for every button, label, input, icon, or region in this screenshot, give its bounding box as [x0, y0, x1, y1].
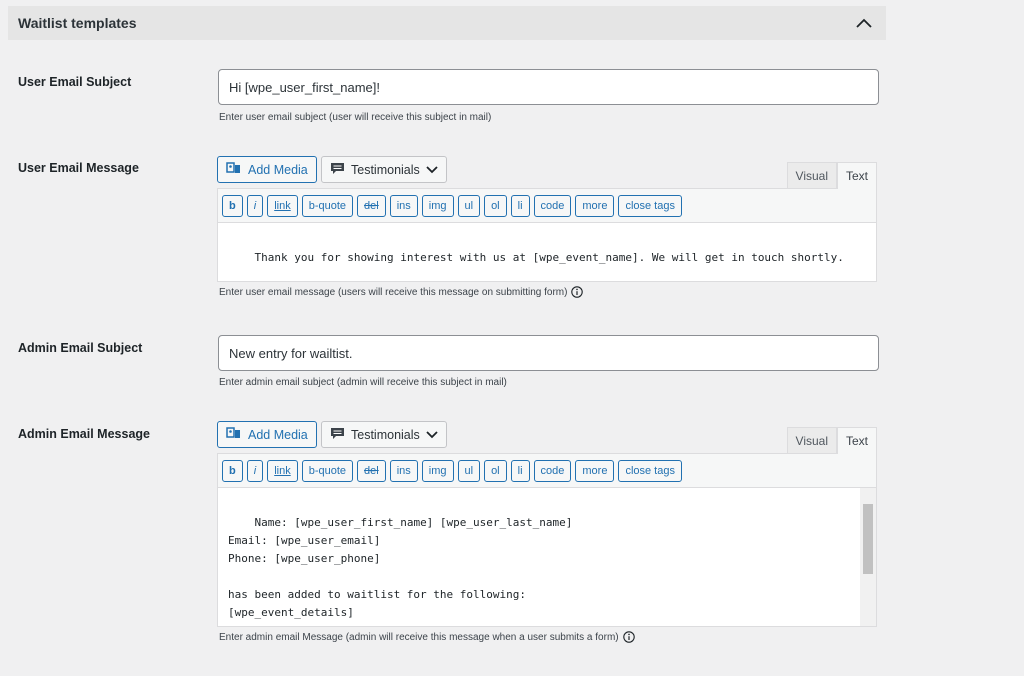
- qt-bquote-button[interactable]: b-quote: [301, 194, 354, 217]
- qt-more-button[interactable]: more: [575, 194, 615, 217]
- user-subject-label: User Email Subject: [18, 75, 132, 89]
- qt-ol-button[interactable]: ol: [484, 459, 507, 482]
- user-subject-help: Enter user email subject (user will rece…: [219, 112, 491, 123]
- panel-title: Waitlist templates: [18, 15, 137, 31]
- tab-visual[interactable]: Visual: [786, 427, 837, 453]
- scroll-down-icon[interactable]: [864, 604, 872, 612]
- add-media-button[interactable]: Add Media: [217, 156, 317, 183]
- admin-subject-input[interactable]: [218, 335, 879, 371]
- quicktags-toolbar: b i link b-quote del ins img ul ol li co…: [217, 453, 877, 487]
- qt-close-tags-button[interactable]: close tags: [618, 194, 682, 217]
- qt-ol-button[interactable]: ol: [484, 194, 507, 217]
- qt-link-button[interactable]: link: [267, 459, 298, 482]
- add-media-label: Add Media: [248, 162, 308, 177]
- user-subject-help-text: Enter user email subject (user will rece…: [219, 112, 492, 123]
- admin-subject-help-text: Enter admin email subject (admin will re…: [219, 377, 507, 388]
- admin-subject-help: Enter admin email subject (admin will re…: [219, 377, 507, 388]
- editor-toolbar-top: Add Media Testimonials Visual Text: [217, 156, 877, 189]
- user-message-textarea[interactable]: Thank you for showing interest with us a…: [217, 222, 877, 282]
- quicktags-toolbar: b i link b-quote del ins img ul ol li co…: [217, 188, 877, 222]
- admin-message-content: Name: [wpe_user_first_name] [wpe_user_la…: [228, 516, 573, 619]
- qt-bold-button[interactable]: b: [222, 194, 243, 217]
- admin-message-editor: Add Media Testimonials Visual Text b i l…: [217, 421, 877, 627]
- info-icon[interactable]: [571, 286, 584, 298]
- info-icon[interactable]: [622, 631, 635, 643]
- qt-ul-button[interactable]: ul: [457, 459, 481, 482]
- add-media-button[interactable]: Add Media: [217, 421, 317, 448]
- admin-message-help-text: Enter admin email Message (admin will re…: [219, 631, 619, 643]
- testimonials-label: Testimonials: [351, 427, 420, 442]
- qt-italic-button[interactable]: i: [246, 459, 264, 482]
- qt-img-button[interactable]: img: [421, 459, 454, 482]
- testimonials-dropdown[interactable]: Testimonials: [321, 421, 447, 448]
- add-media-label: Add Media: [248, 427, 308, 442]
- scroll-up-icon[interactable]: [864, 492, 872, 500]
- qt-li-button[interactable]: li: [510, 194, 530, 217]
- tab-text[interactable]: Text: [836, 162, 877, 189]
- qt-bold-button[interactable]: b: [222, 459, 243, 482]
- qt-li-button[interactable]: li: [510, 459, 530, 482]
- chevron-up-icon[interactable]: [852, 11, 876, 35]
- comment-icon: [330, 162, 345, 178]
- qt-close-tags-button[interactable]: close tags: [618, 459, 682, 482]
- qt-del-button[interactable]: del: [357, 459, 386, 482]
- chevron-down-icon: [426, 163, 438, 177]
- qt-more-button[interactable]: more: [575, 459, 615, 482]
- qt-italic-button[interactable]: i: [246, 194, 264, 217]
- admin-subject-label: Admin Email Subject: [18, 341, 143, 355]
- comment-icon: [330, 427, 345, 443]
- qt-code-button[interactable]: code: [533, 459, 572, 482]
- qt-bquote-button[interactable]: b-quote: [301, 459, 354, 482]
- resize-grip-icon[interactable]: [866, 616, 874, 624]
- admin-message-label: Admin Email Message: [18, 427, 150, 441]
- qt-ins-button[interactable]: ins: [389, 194, 418, 217]
- qt-img-button[interactable]: img: [421, 194, 454, 217]
- qt-code-button[interactable]: code: [533, 194, 572, 217]
- qt-del-button[interactable]: del: [357, 194, 386, 217]
- media-icon: [226, 161, 242, 178]
- user-message-help: Enter user email message (users will rec…: [219, 286, 584, 298]
- chevron-down-icon: [426, 428, 438, 442]
- user-subject-input[interactable]: [218, 69, 879, 105]
- admin-message-textarea[interactable]: Name: [wpe_user_first_name] [wpe_user_la…: [217, 487, 877, 627]
- user-message-editor: Add Media Testimonials Visual Text b i l…: [217, 156, 877, 282]
- tab-visual[interactable]: Visual: [786, 162, 837, 188]
- textarea-scrollbar[interactable]: [860, 488, 876, 626]
- panel-header[interactable]: Waitlist templates: [8, 6, 886, 40]
- tab-text[interactable]: Text: [836, 427, 877, 454]
- testimonials-label: Testimonials: [351, 162, 420, 177]
- scroll-thumb[interactable]: [863, 504, 873, 574]
- testimonials-dropdown[interactable]: Testimonials: [321, 156, 447, 183]
- resize-grip-icon[interactable]: [866, 271, 874, 279]
- admin-message-help: Enter admin email Message (admin will re…: [219, 631, 635, 643]
- user-message-label: User Email Message: [18, 161, 139, 175]
- editor-toolbar-top: Add Media Testimonials Visual Text: [217, 421, 877, 454]
- user-message-help-text: Enter user email message (users will rec…: [219, 286, 568, 298]
- qt-ins-button[interactable]: ins: [389, 459, 418, 482]
- qt-link-button[interactable]: link: [267, 194, 298, 217]
- qt-ul-button[interactable]: ul: [457, 194, 481, 217]
- user-message-content: Thank you for showing interest with us a…: [254, 251, 844, 264]
- media-icon: [226, 426, 242, 443]
